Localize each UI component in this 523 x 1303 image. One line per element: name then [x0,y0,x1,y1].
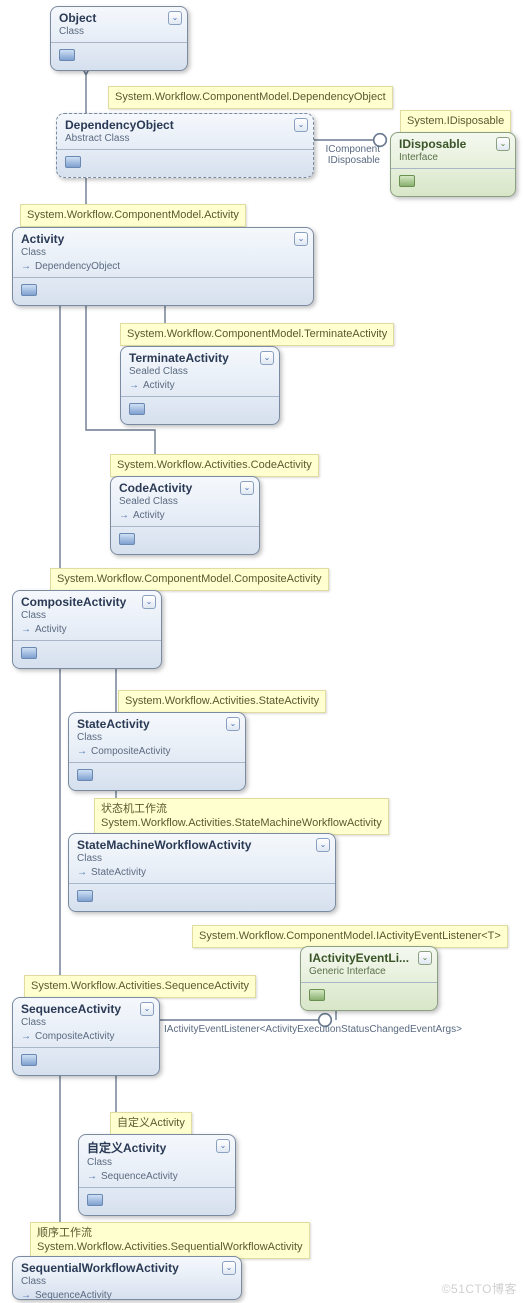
watermark: ©51CTO博客 [442,1280,517,1297]
class-idisposable[interactable]: ⌄ IDisposable Interface [390,132,516,197]
class-inherits: →SequenceActivity [87,1171,227,1182]
class-kind: Class [21,247,305,258]
class-inherits: →Activity [129,380,271,391]
chevron-icon[interactable]: ⌄ [140,1002,154,1016]
body-icon [87,1194,103,1206]
class-inherits: →Activity [119,510,251,521]
class-kind: Abstract Class [65,133,305,144]
body-icon [21,284,37,296]
class-terminateactivity[interactable]: ⌄ TerminateActivity Sealed Class →Activi… [120,346,280,425]
class-kind: Generic Interface [309,966,429,977]
note-sequential: 顺序工作流 System.Workflow.Activities.Sequent… [30,1222,310,1259]
class-compositeactivity[interactable]: ⌄ CompositeActivity Class →Activity [12,590,162,669]
class-kind: Class [59,26,179,37]
diagram-canvas: ⌄ Object Class System.Workflow.Component… [0,0,523,1303]
class-kind: Sealed Class [129,366,271,377]
class-dependencyobject[interactable]: ⌄ DependencyObject Abstract Class [56,113,314,178]
class-codeactivity[interactable]: ⌄ CodeActivity Sealed Class →Activity [110,476,260,555]
chevron-icon[interactable]: ⌄ [216,1139,230,1153]
class-title: Object [59,11,179,25]
class-kind: Class [77,732,237,743]
class-kind: Class [21,1017,151,1028]
note-activity-fqn: System.Workflow.ComponentModel.Activity [20,204,246,227]
chevron-icon[interactable]: ⌄ [294,232,308,246]
chevron-icon[interactable]: ⌄ [496,137,510,151]
class-inherits: →CompositeActivity [77,746,237,757]
class-inherits: →Activity [21,624,153,635]
class-kind: Sealed Class [119,496,251,507]
class-title: SequenceActivity [21,1002,151,1016]
body-icon [21,1054,37,1066]
body-icon [59,49,75,61]
class-title: Activity [21,232,305,246]
body-icon [65,156,81,168]
class-title: SequentialWorkflowActivity [21,1261,233,1275]
note-state-fqn: System.Workflow.Activities.StateActivity [118,690,326,713]
class-title: StateMachineWorkflowActivity [77,838,327,852]
class-title: TerminateActivity [129,351,271,365]
body-icon [309,989,325,1001]
class-inherits: →SequenceActivity [21,1290,233,1301]
class-sequenceactivity[interactable]: ⌄ SequenceActivity Class →CompositeActiv… [12,997,160,1076]
class-title: CompositeActivity [21,595,153,609]
class-sequentialworkflow[interactable]: ⌄ SequentialWorkflowActivity Class →Sequ… [12,1256,242,1300]
class-kind: Class [21,1276,233,1287]
iface-label-icomponent: IComponent IDisposable [318,144,380,166]
chevron-icon[interactable]: ⌄ [316,838,330,852]
class-object[interactable]: ⌄ Object Class [50,6,188,71]
note-ievent-fqn: System.Workflow.ComponentModel.IActivity… [192,925,508,948]
chevron-icon[interactable]: ⌄ [142,595,156,609]
class-activity[interactable]: ⌄ Activity Class →DependencyObject [12,227,314,306]
chevron-icon[interactable]: ⌄ [294,118,308,132]
body-icon [77,890,93,902]
class-kind: Class [87,1157,227,1168]
note-code-fqn: System.Workflow.Activities.CodeActivity [110,454,319,477]
class-inherits: →CompositeActivity [21,1031,151,1042]
class-title: DependencyObject [65,118,305,132]
class-stateactivity[interactable]: ⌄ StateActivity Class →CompositeActivity [68,712,246,791]
class-kind: Interface [399,152,507,163]
class-statemachine[interactable]: ⌄ StateMachineWorkflowActivity Class →St… [68,833,336,912]
note-dependencyobject-fqn: System.Workflow.ComponentModel.Dependenc… [108,86,393,109]
class-inherits: →DependencyObject [21,261,305,272]
class-title: IDisposable [399,137,507,151]
note-custom: 自定义Activity [110,1112,192,1135]
note-sequence-fqn: System.Workflow.Activities.SequenceActiv… [24,975,256,998]
class-inherits: →StateActivity [77,867,327,878]
class-title: StateActivity [77,717,237,731]
note-terminate-fqn: System.Workflow.ComponentModel.Terminate… [120,323,394,346]
class-ievent[interactable]: ⌄ IActivityEventLi... Generic Interface [300,946,438,1011]
chevron-icon[interactable]: ⌄ [226,717,240,731]
body-icon [399,175,415,187]
chevron-icon[interactable]: ⌄ [168,11,182,25]
class-title: CodeActivity [119,481,251,495]
body-icon [21,647,37,659]
body-icon [119,533,135,545]
class-title: 自定义Activity [87,1139,227,1156]
note-statemachine: 状态机工作流 System.Workflow.Activities.StateM… [94,798,389,835]
chevron-icon[interactable]: ⌄ [240,481,254,495]
body-icon [77,769,93,781]
class-customactivity[interactable]: ⌄ 自定义Activity Class →SequenceActivity [78,1134,236,1216]
iface-label-listener-long: IActivityEventListener<ActivityExecution… [164,1024,462,1035]
class-kind: Class [77,853,327,864]
class-title: IActivityEventLi... [309,951,429,965]
note-composite-fqn: System.Workflow.ComponentModel.Composite… [50,568,329,591]
class-kind: Class [21,610,153,621]
chevron-icon[interactable]: ⌄ [418,951,432,965]
chevron-icon[interactable]: ⌄ [222,1261,236,1275]
note-idisposable-fqn: System.IDisposable [400,110,511,133]
chevron-icon[interactable]: ⌄ [260,351,274,365]
body-icon [129,403,145,415]
